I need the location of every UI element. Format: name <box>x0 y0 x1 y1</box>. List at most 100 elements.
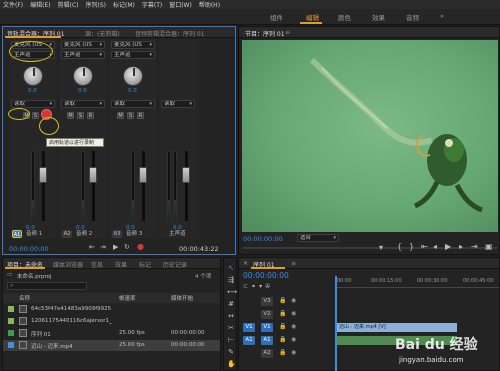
timeline-clip-video[interactable]: 迈山 - 迈来.mp4 [V] <box>337 323 457 332</box>
track-3-automation-select[interactable]: 读取 ▾ <box>111 100 155 108</box>
timeline-ruler[interactable]: 00:00 00:00:15:00 00:00:30:00 00:00:45:0… <box>335 276 499 288</box>
project-search-input[interactable]: ⌕ <box>7 282 87 290</box>
workspace-tab-assembly[interactable]: 组件 <box>270 12 283 22</box>
menu-clip[interactable]: 剪辑(C) <box>58 0 79 9</box>
rolling-edit-tool-icon[interactable]: # <box>227 300 235 308</box>
workspace-tab-audio[interactable]: 音频 <box>406 12 419 22</box>
hand-tool-icon[interactable]: ✋ <box>227 360 236 368</box>
go-to-in-icon[interactable]: ⇤ <box>421 242 428 251</box>
ripple-edit-tool-icon[interactable]: ⟷ <box>227 288 237 296</box>
track-3-id-badge[interactable]: A3 <box>112 230 122 238</box>
snap-icon[interactable]: ⊂ <box>243 283 251 290</box>
menu-file[interactable]: 文件(F) <box>3 0 23 9</box>
workspace-more-button[interactable]: » <box>440 12 444 20</box>
track-3-record-button[interactable]: R <box>137 112 144 119</box>
settings-wrench-icon[interactable]: ✇ <box>265 283 273 290</box>
workspace-tab-effects[interactable]: 效果 <box>372 12 385 22</box>
step-back-icon[interactable]: ◂ <box>433 242 437 251</box>
tab-effects[interactable]: 效果 <box>115 260 127 269</box>
track-2-id-badge[interactable]: A2 <box>62 230 72 238</box>
tab-history[interactable]: 历史记录 <box>163 260 187 269</box>
column-frame-rate[interactable]: 帧速率 <box>119 294 136 302</box>
track-3-pan-value[interactable]: 0.0 <box>128 88 137 94</box>
track-2-pan-value[interactable]: 0.0 <box>78 88 87 94</box>
track-target-a1[interactable]: A1 <box>261 336 273 345</box>
tab-audio-clip-mixer[interactable]: 音频剪辑混合器：序列 01 <box>135 29 205 38</box>
tab-program-monitor[interactable]: 节目：序列 01 <box>245 29 285 38</box>
track-1-volume-fader[interactable] <box>39 167 47 183</box>
lock-icon[interactable]: 🔒 <box>279 336 286 343</box>
lock-icon[interactable]: 🔒 <box>279 349 286 356</box>
play-icon[interactable]: ▶ <box>445 242 451 251</box>
timeline-menu-icon[interactable]: ≡ <box>291 260 296 267</box>
master-volume-fader[interactable] <box>182 167 190 183</box>
project-item-row[interactable]: 12061175440116c6ajersor1_ <box>3 316 220 327</box>
selection-tool-icon[interactable]: ↖ <box>227 264 235 272</box>
column-name[interactable]: 名称 <box>19 294 30 302</box>
track-target-v2[interactable]: V2 <box>261 310 273 319</box>
track-3-output-select[interactable]: 主声道 ▾ <box>111 51 155 59</box>
track-2-pan-knob[interactable] <box>73 66 93 86</box>
column-media-start[interactable]: 媒体开始 <box>171 294 193 302</box>
eye-icon[interactable]: ◉ <box>291 349 296 356</box>
track-3-volume-fader[interactable] <box>139 167 147 183</box>
tab-markers[interactable]: 标记 <box>139 260 151 269</box>
tab-source[interactable]: 源：(无剪辑) <box>85 29 120 38</box>
track-1-automation-select[interactable]: 读取 ▾ <box>11 100 55 108</box>
zoom-fit-select[interactable]: 适合 ▾ <box>297 234 339 242</box>
mark-out-bracket-icon[interactable]: } <box>409 242 414 251</box>
track-3-input-select[interactable]: 麦克风 (US ▾ <box>111 41 155 49</box>
master-automation-select[interactable]: 读取 ▾ <box>161 100 195 108</box>
track-target-v3[interactable]: V3 <box>261 297 273 306</box>
source-patch-v1[interactable]: V1 <box>243 323 255 332</box>
track-2-volume-fader[interactable] <box>89 167 97 183</box>
program-timecode[interactable]: 00:00:00:00 <box>243 235 283 243</box>
mark-in-icon[interactable]: ▾ <box>379 243 383 252</box>
menu-edit[interactable]: 编辑(E) <box>30 0 50 9</box>
mixer-goto-out-icon[interactable]: ⇥ <box>100 243 106 251</box>
lock-icon[interactable]: 🔒 <box>279 297 286 304</box>
mixer-goto-in-icon[interactable]: ⇤ <box>89 243 95 251</box>
lock-icon[interactable]: 🔒 <box>279 323 286 330</box>
track-3-pan-knob[interactable] <box>123 66 143 86</box>
track-3-solo-button[interactable]: S <box>127 112 134 119</box>
workspace-tab-editing[interactable]: 编辑 <box>306 12 319 22</box>
linked-selection-icon[interactable]: ⚭ <box>251 283 259 290</box>
rate-stretch-tool-icon[interactable]: ↔ <box>227 312 235 320</box>
track-target-v1[interactable]: V1 <box>261 323 273 332</box>
mixer-loop-icon[interactable]: ↻ <box>124 243 130 251</box>
workspace-tab-color[interactable]: 颜色 <box>338 12 351 22</box>
timeline-timecode[interactable]: 00:00:00:00 <box>243 271 289 280</box>
slip-tool-icon[interactable]: ⊢ <box>227 336 235 344</box>
pen-tool-icon[interactable]: ✎ <box>227 348 235 356</box>
menu-sequence[interactable]: 序列(S) <box>86 0 107 9</box>
track-select-tool-icon[interactable]: ⇶ <box>227 276 235 284</box>
track-2-input-select[interactable]: 麦克风 (US ▾ <box>61 41 105 49</box>
track-2-record-button[interactable]: R <box>87 112 94 119</box>
track-target-a2[interactable]: A2 <box>261 349 273 358</box>
tab-info[interactable]: 信息 <box>91 260 103 269</box>
source-patch-a1[interactable]: A1 <box>243 336 255 345</box>
track-2-solo-button[interactable]: S <box>77 112 84 119</box>
monitor-menu-icon[interactable]: ≡ <box>285 29 290 36</box>
tab-media-browser[interactable]: 媒体浏览器 <box>53 260 83 269</box>
track-2-output-select[interactable]: 主声道 ▾ <box>61 51 105 59</box>
project-item-row[interactable]: 序列 01 25.00 fps 00:00:00:00 <box>3 328 220 339</box>
mark-in-bracket-icon[interactable]: { <box>397 242 402 251</box>
menu-window[interactable]: 窗口(W) <box>169 0 192 9</box>
export-frame-icon[interactable]: ▣ <box>485 242 493 251</box>
track-2-mute-button[interactable]: M <box>67 112 74 119</box>
track-3-mute-button[interactable]: M <box>117 112 124 119</box>
mixer-timecode-current[interactable]: 00:00:00:00 <box>9 245 49 253</box>
lock-icon[interactable]: 🔒 <box>279 310 286 317</box>
track-1-pan-value[interactable]: 0.0 <box>28 88 37 94</box>
eye-icon[interactable]: ◉ <box>291 297 296 304</box>
step-forward-icon[interactable]: ▸ <box>459 242 463 251</box>
track-2-automation-select[interactable]: 读取 ▾ <box>61 100 105 108</box>
eye-icon[interactable]: ◉ <box>291 336 296 343</box>
project-item-row[interactable]: 64c53f47e41483a9909f9925 <box>3 304 220 315</box>
mixer-record-icon[interactable]: ● <box>137 242 144 251</box>
close-icon[interactable]: × <box>243 260 248 267</box>
menu-help[interactable]: 帮助(H) <box>199 0 220 9</box>
eye-icon[interactable]: ◉ <box>291 323 296 330</box>
